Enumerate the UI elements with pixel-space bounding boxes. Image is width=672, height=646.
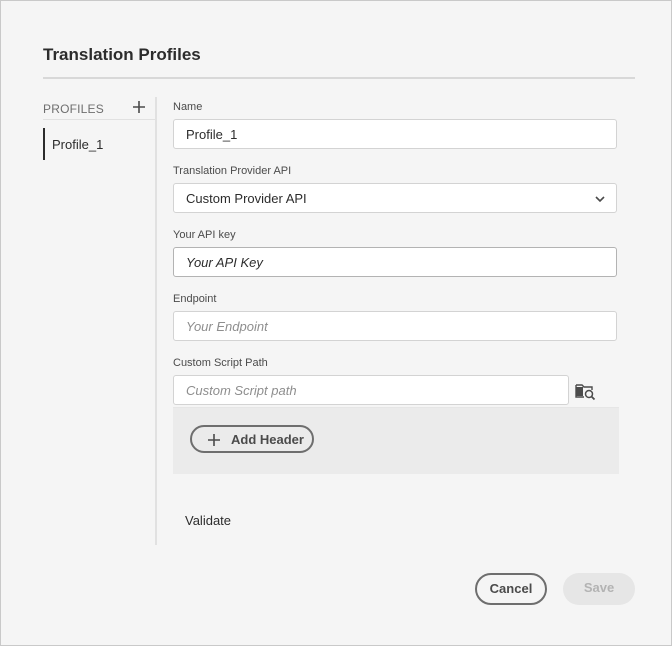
provider-select[interactable]: Custom Provider API — [173, 183, 617, 213]
add-profile-button[interactable] — [130, 98, 148, 116]
plus-icon — [208, 434, 220, 446]
browse-script-button[interactable] — [575, 381, 597, 401]
script-path-label: Custom Script Path — [173, 357, 268, 369]
sidebar-divider — [155, 97, 157, 545]
profiles-sidebar: PROFILES Profile_1 — [43, 97, 155, 545]
provider-selected-value: Custom Provider API — [186, 191, 307, 206]
plus-icon — [133, 101, 145, 113]
dialog-title: Translation Profiles — [43, 45, 201, 64]
profile-item-profile-1[interactable]: Profile_1 — [43, 128, 155, 160]
endpoint-field-wrapper — [173, 311, 617, 341]
chevron-down-icon — [595, 196, 605, 203]
validate-button[interactable]: Validate — [185, 513, 231, 528]
name-input[interactable] — [174, 120, 616, 148]
add-header-label: Add Header — [231, 432, 304, 447]
api-key-label: Your API key — [173, 229, 236, 241]
script-path-field-wrapper — [173, 375, 569, 405]
profiles-separator — [43, 119, 155, 120]
endpoint-input[interactable] — [174, 312, 616, 340]
save-label: Save — [583, 580, 615, 595]
add-header-button[interactable]: Add Header — [190, 425, 314, 453]
title-divider — [43, 77, 635, 79]
headers-area: Add Header — [173, 407, 619, 474]
provider-label: Translation Provider API — [173, 165, 292, 177]
api-key-field-wrapper — [173, 247, 617, 277]
profiles-header: PROFILES — [43, 97, 155, 121]
endpoint-label: Endpoint — [173, 293, 217, 305]
api-key-input[interactable] — [174, 248, 616, 276]
name-field-wrapper — [173, 119, 617, 149]
name-label: Name — [173, 101, 203, 113]
save-button[interactable]: Save — [563, 573, 635, 605]
script-path-input[interactable] — [174, 376, 568, 404]
profile-item-label: Profile_1 — [52, 137, 104, 152]
profiles-label: PROFILES — [43, 102, 104, 116]
cancel-button[interactable]: Cancel — [475, 573, 547, 605]
cancel-label: Cancel — [489, 581, 533, 596]
translation-profiles-dialog: Translation Profiles PROFILES Profile_1 … — [0, 0, 672, 646]
folder-search-icon — [575, 384, 596, 401]
